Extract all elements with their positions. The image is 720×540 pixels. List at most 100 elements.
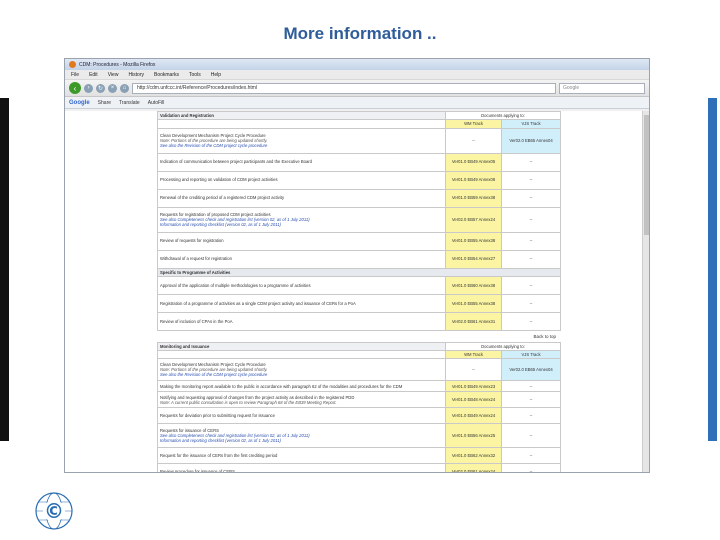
- wm-version-cell[interactable]: Ver01.0 EB55 Annex38: [445, 293, 502, 313]
- vjs-version-cell: --: [500, 188, 562, 208]
- navigation-bar: ‹ › ↻ × ⌂ http://cdm.unfccc.int/Referenc…: [65, 80, 649, 97]
- menu-view[interactable]: View: [108, 72, 119, 78]
- vjs-version-cell: --: [500, 275, 562, 295]
- table-row: Clean Development Mechanism Project Cycl…: [157, 358, 562, 382]
- vjs-version-cell: --: [500, 231, 562, 251]
- autofill-button[interactable]: AutoFill: [148, 100, 165, 106]
- vjs-version-cell: --: [500, 249, 562, 269]
- procedure-title[interactable]: Renewal of the crediting period of a reg…: [157, 188, 446, 208]
- vjs-version-cell: --: [500, 170, 562, 190]
- wm-version-cell[interactable]: Ver01.0 EB55 Annex38: [445, 231, 502, 251]
- wm-version-cell[interactable]: Ver02.0 EB61 Annex31: [445, 311, 502, 331]
- window-title: CDM: Procedures - Mozilla Firefox: [79, 61, 156, 68]
- procedure-link[interactable]: Information and reporting checklist (ver…: [160, 438, 443, 443]
- wm-version-cell[interactable]: Ver01.0 EB54 Annex27: [445, 249, 502, 269]
- page-content: Validation and Registration Documents ap…: [65, 110, 649, 472]
- window-titlebar: CDM: Procedures - Mozilla Firefox: [65, 59, 649, 70]
- table-row: Approval of the application of multiple …: [157, 275, 562, 295]
- menu-help[interactable]: Help: [211, 72, 221, 78]
- table-row: Request for the issuance of CERs from th…: [157, 447, 562, 465]
- subsection-title: Specific to Programme of Activities: [156, 267, 562, 277]
- table-row: Processing and reporting on validation o…: [157, 170, 562, 190]
- vjs-version-cell: --: [500, 293, 562, 313]
- wm-version-cell[interactable]: Ver01.0 EB49 Annex23: [445, 380, 502, 393]
- wm-version-cell[interactable]: Ver01.0 EB59 Annex38: [445, 188, 502, 208]
- table-row: Requests for registration of proposed CD…: [157, 206, 562, 233]
- procedure-title[interactable]: Indication of communication between proj…: [157, 152, 446, 172]
- procedure-link[interactable]: See also the Revision of the CDM project…: [160, 143, 443, 148]
- back-arrow-icon[interactable]: ‹: [69, 82, 81, 94]
- vjs-version-cell: --: [500, 311, 562, 331]
- google-logo: Google: [69, 99, 90, 106]
- procedure-title: Requests for issuance of CERS: [160, 427, 219, 433]
- procedure-title[interactable]: Making the monitoring report available t…: [157, 380, 446, 393]
- table-row: Review of inclusion of CPAs in the PoA V…: [157, 311, 562, 331]
- vjs-version-cell: --: [500, 380, 562, 393]
- procedure-title[interactable]: Review of inclusion of CPAs in the PoA: [157, 311, 446, 331]
- menu-file[interactable]: File: [71, 72, 79, 78]
- vjs-version-cell: --: [500, 152, 562, 172]
- table-row: Review procedure for issuance of CERS Ve…: [157, 463, 562, 472]
- procedure-title[interactable]: Processing and reporting on validation o…: [157, 170, 446, 190]
- search-input[interactable]: Google: [559, 82, 645, 94]
- forward-arrow-icon[interactable]: ›: [84, 83, 93, 93]
- unfccc-logo: ©: [35, 492, 73, 530]
- wm-track-header[interactable]: WM Track: [445, 349, 502, 360]
- procedure-title[interactable]: Requests for deviation prior to submitti…: [157, 407, 446, 425]
- table-row: Notifying and requesting approval of cha…: [157, 391, 562, 409]
- menu-bookmarks[interactable]: Bookmarks: [154, 72, 179, 78]
- wm-version-cell[interactable]: Ver02.0 EB61 Annex24: [445, 463, 502, 472]
- wm-version-cell[interactable]: Ver01.0 EB49 Annex24: [445, 407, 502, 425]
- wm-version-cell: --: [445, 127, 502, 154]
- wm-track-header[interactable]: WM Track: [445, 119, 502, 129]
- back-to-top-link[interactable]: Back to top: [157, 331, 560, 342]
- vjs-version-cell: --: [500, 463, 562, 472]
- table-row: Clean Development Mechanism Project Cycl…: [157, 127, 562, 154]
- wm-version-cell[interactable]: Ver01.0 EB62 Annex32: [445, 447, 502, 465]
- vjs-version-cell: --: [500, 206, 562, 233]
- reload-icon[interactable]: ↻: [96, 83, 105, 93]
- wm-version-cell[interactable]: Ver01.0 EB60 Annex38: [445, 275, 502, 295]
- vjs-track-header[interactable]: VJS Track: [500, 349, 562, 360]
- procedure-title: Requests for registration of proposed CD…: [160, 211, 271, 217]
- share-button[interactable]: Share: [98, 100, 111, 106]
- vjs-version-cell: --: [500, 423, 562, 449]
- procedure-title[interactable]: Withdrawal of a request for registration: [157, 249, 446, 269]
- vjs-track-header[interactable]: VJS Track: [500, 119, 562, 129]
- procedure-title[interactable]: Registration of a programme of activitie…: [157, 293, 446, 313]
- menu-history[interactable]: History: [128, 72, 144, 78]
- scrollbar-thumb[interactable]: [644, 115, 649, 235]
- stop-icon[interactable]: ×: [108, 83, 117, 93]
- menu-edit[interactable]: Edit: [89, 72, 98, 78]
- wm-version-cell[interactable]: Ver02.0 EB57 Annex24: [445, 206, 502, 233]
- translate-button[interactable]: Translate: [119, 100, 140, 106]
- browser-window: CDM: Procedures - Mozilla Firefox File E…: [64, 58, 650, 473]
- vjs-version-cell: --: [500, 407, 562, 425]
- home-icon[interactable]: ⌂: [120, 83, 129, 93]
- procedure-title[interactable]: Review of requests for registration: [157, 231, 446, 251]
- wm-version-cell[interactable]: Ver01.0 EB48 Annex24: [445, 391, 502, 409]
- procedure-title[interactable]: Request for the issuance of CERs from th…: [157, 447, 446, 465]
- wm-version-cell[interactable]: Ver01.0 EB56 Annex25: [445, 423, 502, 449]
- right-accent-bar: [708, 98, 717, 441]
- procedure-link[interactable]: Information and reporting checklist (ver…: [160, 222, 443, 227]
- procedure-note: Note: A current public consultation is o…: [160, 399, 337, 405]
- vjs-version-cell: --: [500, 447, 562, 465]
- procedure-link[interactable]: See also the Revision of the CDM project…: [160, 372, 443, 377]
- wm-version-cell[interactable]: Ver01.0 EB49 Annex05: [445, 152, 502, 172]
- procedure-title[interactable]: Approval of the application of multiple …: [157, 275, 446, 295]
- menu-tools[interactable]: Tools: [189, 72, 201, 78]
- vjs-version-cell[interactable]: Ver02.0 EB65 Annex04: [500, 127, 562, 154]
- menu-bar: File Edit View History Bookmarks Tools H…: [65, 70, 649, 80]
- procedure-title: Notifying and requesting approval of cha…: [160, 394, 355, 400]
- wm-version-cell[interactable]: Ver01.0 EB49 Annex08: [445, 170, 502, 190]
- table-row: Requests for issuance of CERS See also Co…: [157, 423, 562, 449]
- vertical-scrollbar[interactable]: [642, 111, 649, 472]
- url-bar[interactable]: http://cdm.unfccc.int/Reference/Procedur…: [132, 82, 556, 94]
- validation-table: Validation and Registration Documents ap…: [156, 110, 562, 331]
- vjs-version-cell[interactable]: Ver02.0 EB65 Annex04: [500, 358, 562, 382]
- left-accent-bar: [0, 98, 9, 441]
- table-row: Requests for deviation prior to submitti…: [157, 407, 562, 425]
- procedure-title[interactable]: Review procedure for issuance of CERS: [157, 463, 446, 472]
- table-row: Review of requests for registration Ver0…: [157, 231, 562, 251]
